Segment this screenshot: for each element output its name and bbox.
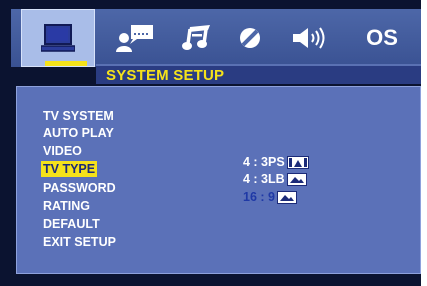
active-tab-indicator [45,61,87,66]
option-4-3-lb[interactable]: 4 : 3LB [243,171,307,187]
letterbox-icon [286,172,307,186]
setup-tab-bar: OS [11,9,421,67]
menu-item-tv-system[interactable]: TV SYSTEM [41,108,116,124]
screen-bottom-edge [0,274,421,286]
widescreen-icon [276,190,297,204]
menu-item-default[interactable]: DEFAULT [41,216,102,232]
pan-scan-icon [286,155,309,169]
menu-item-video[interactable]: VIDEO [41,143,84,159]
tab-os[interactable]: OS [347,9,417,67]
tab-speaker[interactable] [106,9,164,67]
page-title: SYSTEM SETUP [106,67,225,84]
speaker-person-icon [116,25,153,52]
monitor-icon [41,24,75,52]
tab-video[interactable] [227,9,273,67]
menu-item-tv-type[interactable]: TV TYPE [41,161,98,177]
tab-audio[interactable] [171,9,221,67]
osd-screen: OS SYSTEM SETUP TV SYSTEM AUTO PLAY VIDE… [0,0,421,286]
menu-item-password[interactable]: PASSWORD [41,180,118,196]
tab-sound[interactable] [279,9,341,67]
music-note-icon [182,25,210,50]
menu-item-rating[interactable]: RATING [41,198,92,214]
volume-icon [293,27,325,49]
settings-panel: TV SYSTEM AUTO PLAY VIDEO TV TYPE PASSWO… [16,86,421,274]
tab-general-setup[interactable] [21,9,95,67]
menu-item-auto-play[interactable]: AUTO PLAY [41,125,116,141]
menu-item-exit-setup[interactable]: EXIT SETUP [41,234,118,250]
option-16-9[interactable]: 16 : 9 [243,189,297,205]
section-title-bar: SYSTEM SETUP [96,64,421,84]
disc-icon [240,28,260,48]
option-4-3-ps[interactable]: 4 : 3PS [243,154,309,170]
os-label: OS [366,25,398,50]
